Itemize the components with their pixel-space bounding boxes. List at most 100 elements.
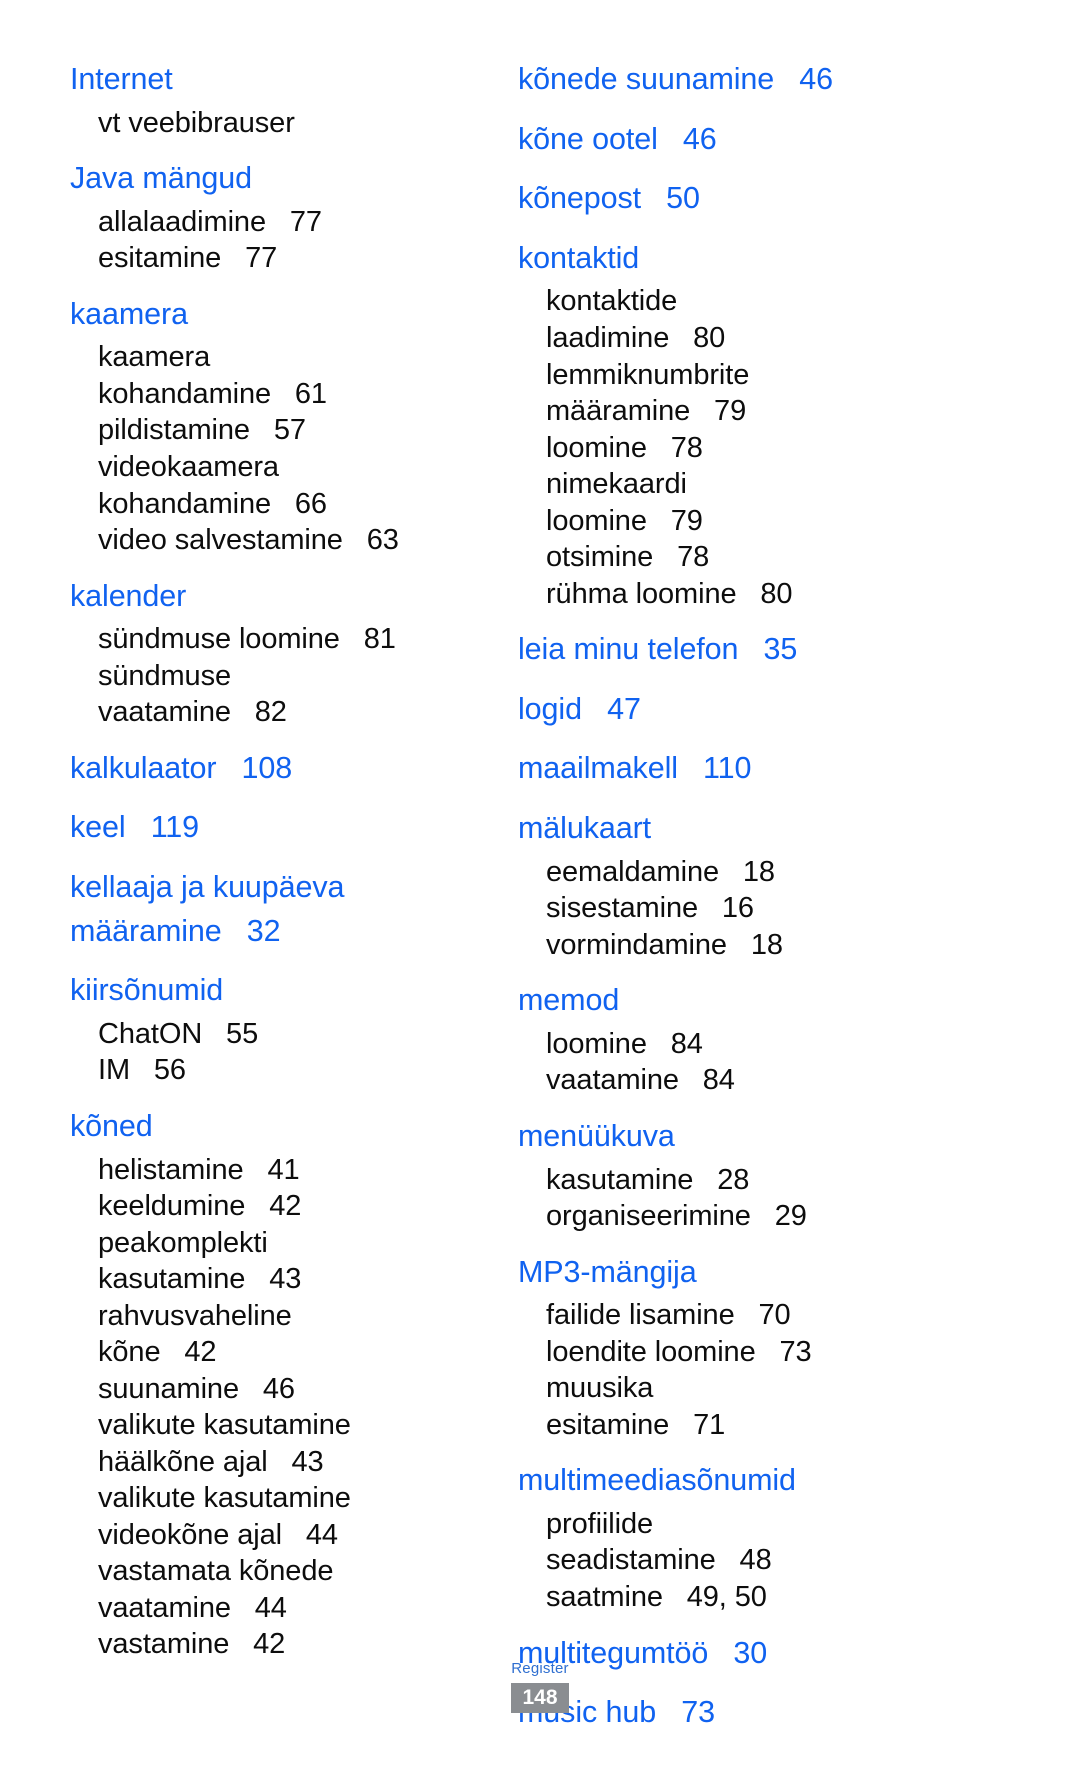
index-entry-label: kaamera bbox=[70, 296, 188, 331]
index-subentry: kontaktide laadimine 80 bbox=[546, 283, 840, 356]
page-footer: Register 148 bbox=[0, 1660, 1080, 1713]
index-columns: Internet vt veebibrauser Java mängud allala… bbox=[0, 58, 1080, 1735]
index-entry-label: kõnede suunamine bbox=[518, 62, 775, 96]
index-entry-label: kaamera kohandamine bbox=[98, 341, 272, 410]
index-entry-label: kasutamine bbox=[546, 1163, 694, 1196]
index-subentry: kaamera kohandamine 61 bbox=[98, 339, 410, 412]
index-entry-page-number: 78 bbox=[670, 431, 703, 464]
index-entry-page-number: 55 bbox=[226, 1017, 259, 1050]
index-entry-label: vt veebibrauser bbox=[98, 106, 295, 139]
index-entry-label: kõne ootel bbox=[518, 121, 658, 156]
index-entry-label: saatmine bbox=[546, 1581, 663, 1613]
index-entry: kõnepost 50 bbox=[518, 177, 840, 221]
index-entry-label: kalkulaator bbox=[70, 750, 217, 785]
index-entry-label: kellaaja ja kuupäeva bbox=[70, 870, 345, 905]
index-entry-page-number: 71 bbox=[693, 1408, 726, 1441]
index-subentry: videokõne ajal 44 bbox=[98, 1517, 410, 1554]
index-entry-label: kohandamine bbox=[98, 487, 272, 520]
index-entry-label: menüükuva bbox=[518, 1118, 675, 1153]
index-entry-label: MP3-mängija bbox=[518, 1254, 697, 1289]
index-subentry: vt veebibrauser bbox=[98, 105, 410, 142]
index-subentry: rühma loomine 80 bbox=[546, 576, 840, 613]
index-entry-page-number: 46 bbox=[799, 62, 834, 96]
index-entry-label: valikute kasutamine bbox=[98, 1409, 351, 1442]
index-entry: menüükuva bbox=[518, 1115, 840, 1159]
index-entry: memod bbox=[518, 979, 840, 1023]
index-entry-page-number: 18 bbox=[750, 928, 783, 961]
index-subentry: valikute kasutamine bbox=[98, 1407, 410, 1444]
index-entry-page-number: 66 bbox=[294, 487, 327, 520]
index-subentry: esitamine 77 bbox=[98, 240, 410, 277]
index-entry-label: loomine bbox=[546, 1027, 647, 1060]
index-subentry: IM 56 bbox=[98, 1052, 410, 1089]
index-entry-label: pildistamine bbox=[98, 414, 250, 447]
index-entry-label: failide lisamine bbox=[546, 1299, 735, 1332]
index-subentry: saatmine 49, 50 bbox=[546, 1579, 840, 1616]
index-subentry: vaatamine 44 bbox=[98, 1590, 410, 1627]
index-entry-page-number: 47 bbox=[607, 691, 641, 726]
index-subentry: profiilide seadistamine 48 bbox=[546, 1506, 840, 1579]
index-entry-label: peakomplekti bbox=[98, 1226, 268, 1259]
index-entry-label: vormindamine bbox=[546, 928, 727, 961]
index-entry-page-number: 79 bbox=[714, 395, 747, 428]
index-entry-label: loomine bbox=[546, 431, 647, 464]
index-subentry: vaatamine 84 bbox=[546, 1062, 840, 1099]
index-entry-label: kõned bbox=[70, 1108, 153, 1143]
index-subentry: helistamine 41 bbox=[98, 1152, 410, 1189]
index-entry: kontaktid bbox=[518, 237, 840, 281]
index-entry: maailmakell 110 bbox=[518, 747, 840, 791]
index-subentry: failide lisamine 70 bbox=[546, 1297, 840, 1334]
index-entry: Internet bbox=[70, 58, 410, 102]
index-entry-label: vastamine bbox=[98, 1628, 230, 1661]
index-entry: kõne ootel 46 bbox=[518, 118, 840, 162]
index-entry-page-number: 70 bbox=[758, 1299, 791, 1332]
index-entry-page-number: 108 bbox=[241, 750, 293, 785]
index-subentry: videokaamera bbox=[98, 449, 410, 486]
index-entry-label: Java mängud bbox=[70, 161, 253, 196]
index-column-right: kõnede suunamine 46 kõne ootel 46 kõnepost… bbox=[430, 58, 850, 1735]
page-number-badge: 148 bbox=[511, 1682, 569, 1713]
index-entry-page-number: 50 bbox=[666, 181, 700, 216]
index-entry: logid 47 bbox=[518, 688, 840, 732]
index-entry-label: profiilide seadistamine bbox=[546, 1507, 716, 1577]
index-subentry: valikute kasutamine bbox=[98, 1480, 410, 1517]
index-entry-page-number: 78 bbox=[677, 541, 710, 574]
index-subentry: peakomplekti bbox=[98, 1225, 410, 1262]
index-subentry: loendite loomine 73 bbox=[546, 1334, 840, 1371]
index-entry-label: Internet bbox=[70, 62, 173, 96]
footer-section-label: Register bbox=[511, 1659, 569, 1677]
index-entry-page-number: 73 bbox=[779, 1335, 812, 1368]
index-subentry: vastamata kõnede bbox=[98, 1553, 410, 1590]
index-entry-label: vaatamine bbox=[98, 1591, 231, 1624]
index-entry: kaamera bbox=[70, 293, 410, 337]
index-entry-label: määramine bbox=[546, 395, 691, 428]
index-entry-continuation: määramine 32 bbox=[70, 910, 410, 954]
index-subentry: suunamine 46 bbox=[98, 1371, 410, 1408]
index-entry: kiirsõnumid bbox=[70, 969, 410, 1013]
index-entry-label: IM bbox=[98, 1054, 131, 1087]
index-entry-label: memod bbox=[518, 983, 620, 1018]
index-subentry: kasutamine 28 bbox=[546, 1162, 840, 1199]
index-entry-page-number: 80 bbox=[693, 321, 726, 354]
index-entry-label: häälkõne ajal bbox=[98, 1445, 268, 1478]
index-entry: multimeediasõnumid bbox=[518, 1459, 840, 1503]
index-entry: kellaaja ja kuupäeva bbox=[70, 866, 410, 910]
index-entry-page-number: 77 bbox=[289, 205, 322, 238]
index-entry-page-number: 42 bbox=[269, 1190, 302, 1223]
index-entry-label: ChatON bbox=[98, 1017, 203, 1050]
index-entry-page-number: 84 bbox=[702, 1064, 735, 1097]
index-entry-label: valikute kasutamine bbox=[98, 1482, 351, 1515]
index-entry-label: sündmuse loomine bbox=[98, 623, 340, 656]
index-entry-label: eemaldamine bbox=[546, 855, 719, 888]
index-subentry: rahvusvaheline kõne 42 bbox=[98, 1298, 410, 1371]
index-entry-page-number: 16 bbox=[721, 892, 754, 925]
index-entry-label: muusika esitamine bbox=[546, 1372, 670, 1441]
index-entry-page-number: 29 bbox=[774, 1200, 807, 1233]
index-entry-label: esitamine bbox=[98, 242, 222, 275]
index-subentry: kasutamine 43 bbox=[98, 1261, 410, 1298]
index-subentry: loomine 78 bbox=[546, 430, 840, 467]
index-entry-page-number: 82 bbox=[254, 696, 287, 729]
index-subentry: loomine 84 bbox=[546, 1026, 840, 1063]
index-entry-label: sisestamine bbox=[546, 892, 699, 925]
index-entry-page-number: 28 bbox=[717, 1163, 750, 1196]
